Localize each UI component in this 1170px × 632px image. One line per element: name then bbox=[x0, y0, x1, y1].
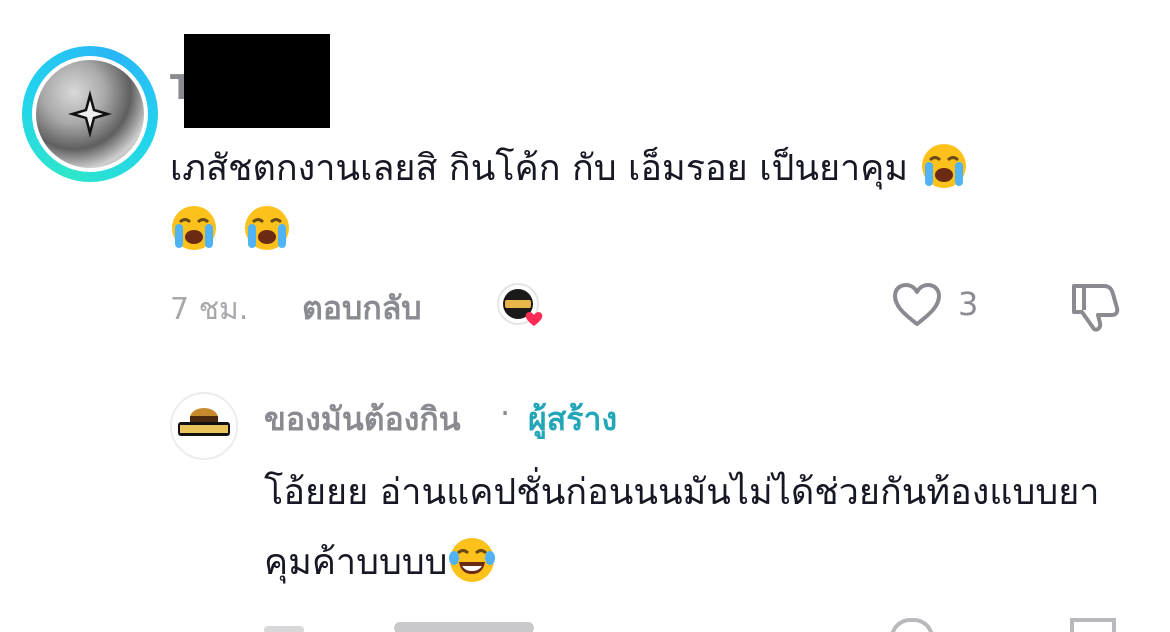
thumbs-down-icon bbox=[1072, 284, 1120, 332]
star-icon bbox=[68, 90, 112, 138]
reply-avatar[interactable] bbox=[170, 392, 238, 460]
comment-text: เภสัชตกงานเลยสิ กินโค้ก กับ เอ็มรอย เป็น… bbox=[170, 138, 1130, 262]
creator-badge: ผู้สร้าง bbox=[528, 400, 618, 438]
reply-body: โอ้ยยย อ่านแคปชั่นก่อนนนมันไม่ได้ช่วยกัน… bbox=[264, 472, 1100, 583]
heart-outline-icon bbox=[893, 283, 941, 326]
username-redaction bbox=[184, 34, 330, 128]
commenter-avatar[interactable] bbox=[22, 46, 158, 182]
shop-logo-icon bbox=[178, 408, 230, 436]
loudly-crying-face-icon bbox=[172, 206, 216, 250]
comment-body: เภสัชตกงานเลยสิ กินโค้ก กับ เอ็มรอย เป็น… bbox=[170, 148, 909, 189]
comment-time: 7 ชม. bbox=[170, 292, 249, 327]
face-with-tears-of-joy-icon bbox=[448, 538, 495, 582]
dislike-button[interactable] bbox=[1068, 278, 1126, 334]
reply-button[interactable]: ตอบกลับ bbox=[302, 283, 422, 334]
loudly-crying-face-icon bbox=[245, 206, 290, 250]
creator-liked-badge bbox=[496, 282, 552, 330]
like-count: 3 bbox=[958, 285, 979, 323]
reply-text: โอ้ยยย อ่านแคปชั่นก่อนนนมันไม่ได้ช่วยกัน… bbox=[264, 458, 1144, 598]
like-button[interactable] bbox=[890, 280, 944, 330]
avatar-photo bbox=[36, 60, 144, 168]
loudly-crying-face-icon bbox=[921, 144, 966, 188]
separator-dot: · bbox=[500, 394, 511, 432]
reply-meta-row-cutoff bbox=[264, 612, 1144, 632]
reply-username[interactable]: ของมันต้องกิน bbox=[264, 394, 461, 445]
